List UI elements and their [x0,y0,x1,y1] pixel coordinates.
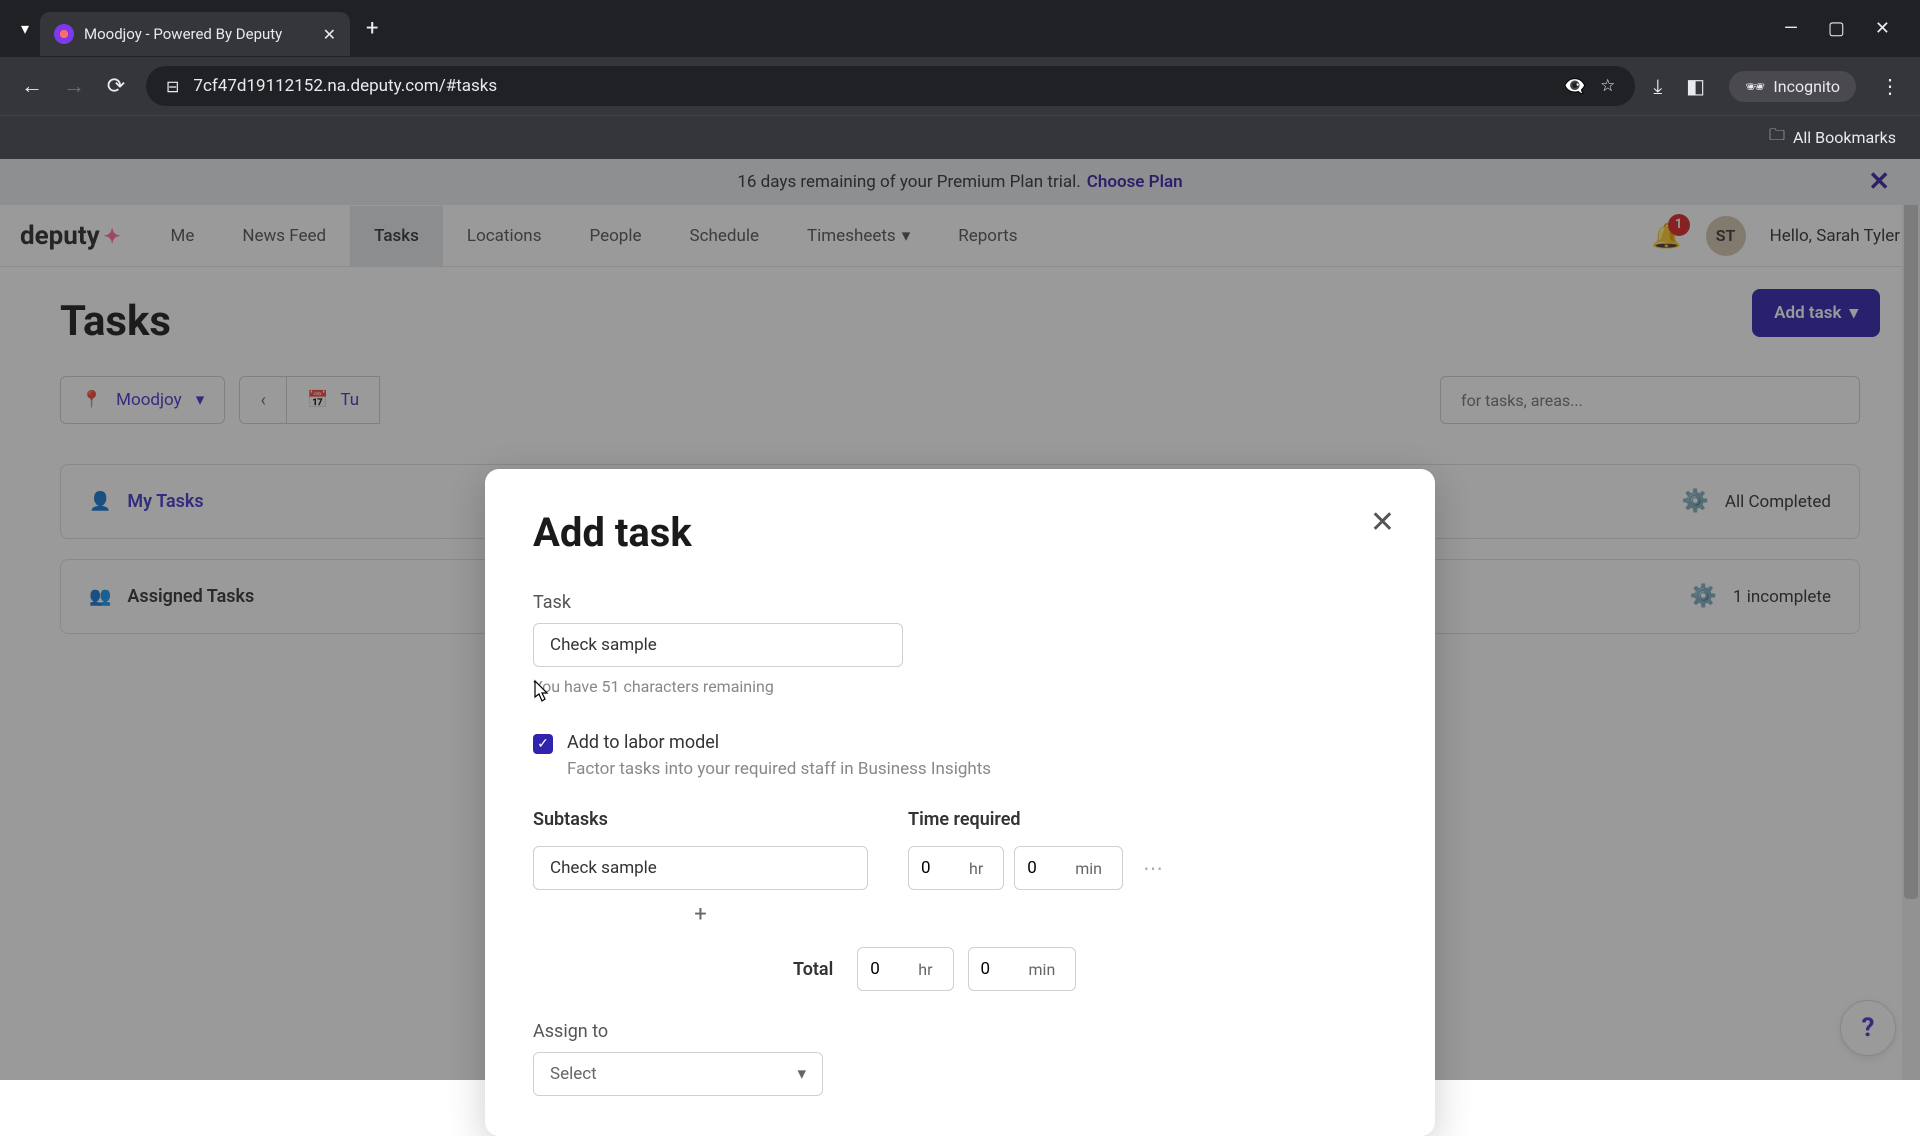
new-tab-button[interactable]: + [366,16,378,41]
labor-model-desc: Factor tasks into your required staff in… [567,759,991,779]
labor-model-label: Add to labor model [567,732,991,753]
menu-icon[interactable]: ⋮ [1880,74,1900,98]
total-label: Total [793,959,833,980]
add-subtask-button[interactable]: + [533,902,868,927]
subtask-more-icon[interactable]: ⋯ [1143,856,1163,880]
maximize-icon[interactable]: ▢ [1828,18,1845,39]
reload-button[interactable]: ⟳ [104,74,128,99]
incognito-chip[interactable]: 🕶 Incognito [1729,71,1856,102]
assign-to-label: Assign to [533,1021,1387,1042]
subtasks-label: Subtasks [533,809,868,830]
download-icon[interactable]: ⤓ [1653,74,1662,98]
subtask-minutes-group: min [1014,846,1123,890]
back-button[interactable]: ← [20,73,44,99]
modal-close-icon[interactable]: ✕ [1370,505,1395,540]
url-bar[interactable]: ⊟ 7cf47d19112152.na.deputy.com/#tasks 👁‍… [146,66,1635,106]
page-content: 16 days remaining of your Premium Plan t… [0,159,1920,1080]
star-icon[interactable]: ☆ [1600,76,1615,96]
subtask-input[interactable] [533,846,868,890]
subtask-hours-input[interactable] [921,858,961,878]
min-unit-total: min [1029,960,1056,979]
tab-search-icon[interactable]: ▾ [10,14,40,44]
incognito-icon: 🕶 [1745,77,1765,96]
bookmark-bar: 🗀 All Bookmarks [0,115,1920,159]
min-unit: min [1075,859,1102,878]
assign-to-select[interactable]: Select ▾ [533,1052,823,1096]
address-bar: ← → ⟳ ⊟ 7cf47d19112152.na.deputy.com/#ta… [0,57,1920,115]
close-window-icon[interactable]: ✕ [1875,18,1890,39]
url-text: 7cf47d19112152.na.deputy.com/#tasks [193,76,1549,96]
time-required-label: Time required [908,809,1163,830]
subtask-hours-group: hr [908,846,1004,890]
tab-title: Moodjoy - Powered By Deputy [84,25,313,43]
task-name-input[interactable] [533,623,903,667]
total-hours-group: hr [857,947,953,991]
eye-off-icon[interactable]: 👁‍🗨 [1564,76,1586,97]
assign-to-value: Select [550,1064,597,1084]
add-task-modal: Add task ✕ Task You have 51 characters r… [485,469,1435,1136]
hr-unit-total: hr [918,960,932,979]
labor-model-checkbox[interactable]: ✓ [533,734,553,754]
task-field-label: Task [533,592,1387,613]
subtask-minutes-input[interactable] [1027,858,1067,878]
chars-remaining: You have 51 characters remaining [533,677,1387,696]
total-minutes-input[interactable] [981,959,1021,979]
forward-button: → [62,73,86,99]
modal-title: Add task [533,509,1387,556]
chevron-down-icon: ▾ [797,1064,806,1084]
sidepanel-icon[interactable]: ◧ [1686,74,1705,98]
incognito-label: Incognito [1773,77,1840,96]
total-minutes-group: min [968,947,1077,991]
total-hours-input[interactable] [870,959,910,979]
browser-tab[interactable]: Moodjoy - Powered By Deputy ✕ [40,12,350,56]
minimize-icon[interactable]: — [1784,18,1798,39]
bookmarks-label: All Bookmarks [1793,128,1896,147]
tab-close-icon[interactable]: ✕ [323,25,336,44]
all-bookmarks-button[interactable]: 🗀 All Bookmarks [1769,124,1896,151]
site-settings-icon[interactable]: ⊟ [166,77,179,96]
hr-unit: hr [969,859,983,878]
browser-tab-strip: ▾ Moodjoy - Powered By Deputy ✕ + — ▢ ✕ [0,0,1920,57]
folder-icon: 🗀 [1769,124,1785,151]
tab-favicon [54,24,74,44]
